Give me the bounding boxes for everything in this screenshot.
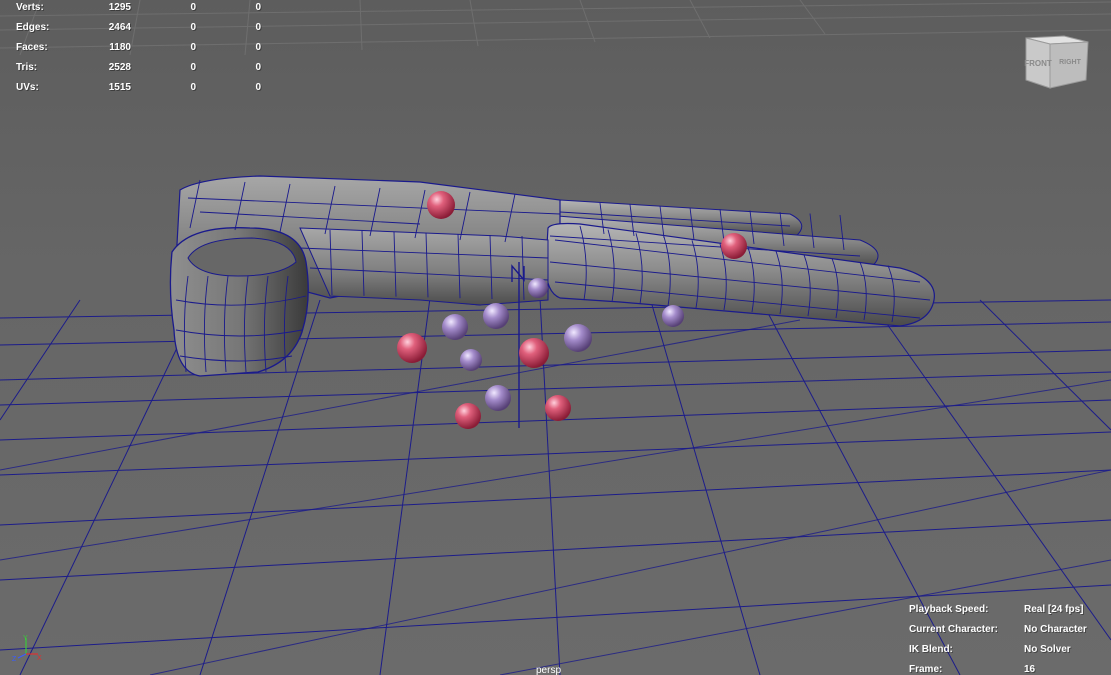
floor-grid: [0, 297, 1111, 675]
viewcube-front-label[interactable]: FRONT: [1024, 59, 1052, 68]
stat-value: 0: [255, 42, 261, 53]
axis-z-label: Z: [12, 656, 17, 663]
stat-value: 1515: [108, 82, 131, 93]
hud-row: Playback Speed: Real [24 fps]: [909, 604, 1109, 618]
viewcube[interactable]: FRONT RIGHT: [1020, 30, 1092, 92]
perspective-viewport[interactable]: Verts: 1295 0 0 Edges: 2464 0 0 Faces: 1180 0 0 Tris…: [0, 0, 1111, 675]
pink-control-sphere[interactable]: [545, 395, 571, 421]
hud-row: Frame: 16: [909, 664, 1109, 675]
lavender-control-sphere[interactable]: [564, 324, 592, 352]
hud-value: Real [24 fps]: [1024, 604, 1084, 615]
stat-label: Tris:: [16, 62, 38, 73]
hud-value: No Solver: [1024, 644, 1071, 655]
stat-label: Edges:: [16, 22, 50, 33]
hud-label: Frame:: [909, 664, 943, 675]
stat-row: Verts: 1295 0 0: [0, 2, 270, 16]
stat-value: 0: [190, 62, 196, 73]
stat-value: 0: [255, 82, 261, 93]
stat-label: UVs:: [16, 82, 39, 93]
stat-value: 0: [255, 62, 261, 73]
pink-control-sphere[interactable]: [519, 338, 549, 368]
stat-row: UVs: 1515 0 0: [0, 82, 270, 96]
stat-value: 2464: [108, 22, 131, 33]
hud-label: IK Blend:: [909, 644, 953, 655]
stat-label: Verts:: [16, 2, 44, 13]
stat-value: 2528: [108, 62, 131, 73]
lavender-control-sphere[interactable]: [662, 305, 684, 327]
pink-control-sphere[interactable]: [397, 333, 427, 363]
stat-value: 0: [255, 22, 261, 33]
hud-value: 16: [1024, 664, 1036, 675]
axis-x-label: X: [37, 655, 42, 662]
axis-y-label: Y: [23, 635, 28, 642]
stat-value: 0: [190, 2, 196, 13]
stat-value: 0: [255, 2, 261, 13]
pink-control-sphere[interactable]: [455, 403, 481, 429]
lavender-control-sphere[interactable]: [528, 278, 548, 298]
hud-label: Playback Speed:: [909, 604, 989, 615]
stat-value: 0: [190, 42, 196, 53]
hud-row: IK Blend: No Solver: [909, 644, 1109, 658]
stat-value: 1295: [108, 2, 131, 13]
stat-value: 1180: [109, 42, 131, 53]
camera-name-label: persp: [536, 665, 562, 675]
lavender-control-sphere[interactable]: [485, 385, 511, 411]
hand-mesh[interactable]: [169, 175, 935, 377]
lavender-control-sphere[interactable]: [460, 349, 482, 371]
scene-canvas[interactable]: [0, 0, 1111, 675]
hud-label: Current Character:: [909, 624, 998, 635]
lavender-control-sphere[interactable]: [483, 303, 509, 329]
stat-value: 0: [190, 82, 196, 93]
stat-value: 0: [190, 22, 196, 33]
hud-row: Current Character: No Character: [909, 624, 1109, 638]
stat-row: Tris: 2528 0 0: [0, 62, 270, 76]
hud-value: No Character: [1024, 624, 1087, 635]
axis-gizmo-icon: Y X Z: [10, 634, 46, 664]
stat-row: Edges: 2464 0 0: [0, 22, 270, 36]
lavender-control-sphere[interactable]: [442, 314, 468, 340]
stat-row: Faces: 1180 0 0: [0, 42, 270, 56]
viewcube-right-label[interactable]: RIGHT: [1059, 59, 1082, 66]
pink-control-sphere[interactable]: [427, 191, 455, 219]
pink-control-sphere[interactable]: [721, 233, 747, 259]
stat-label: Faces:: [16, 42, 48, 53]
